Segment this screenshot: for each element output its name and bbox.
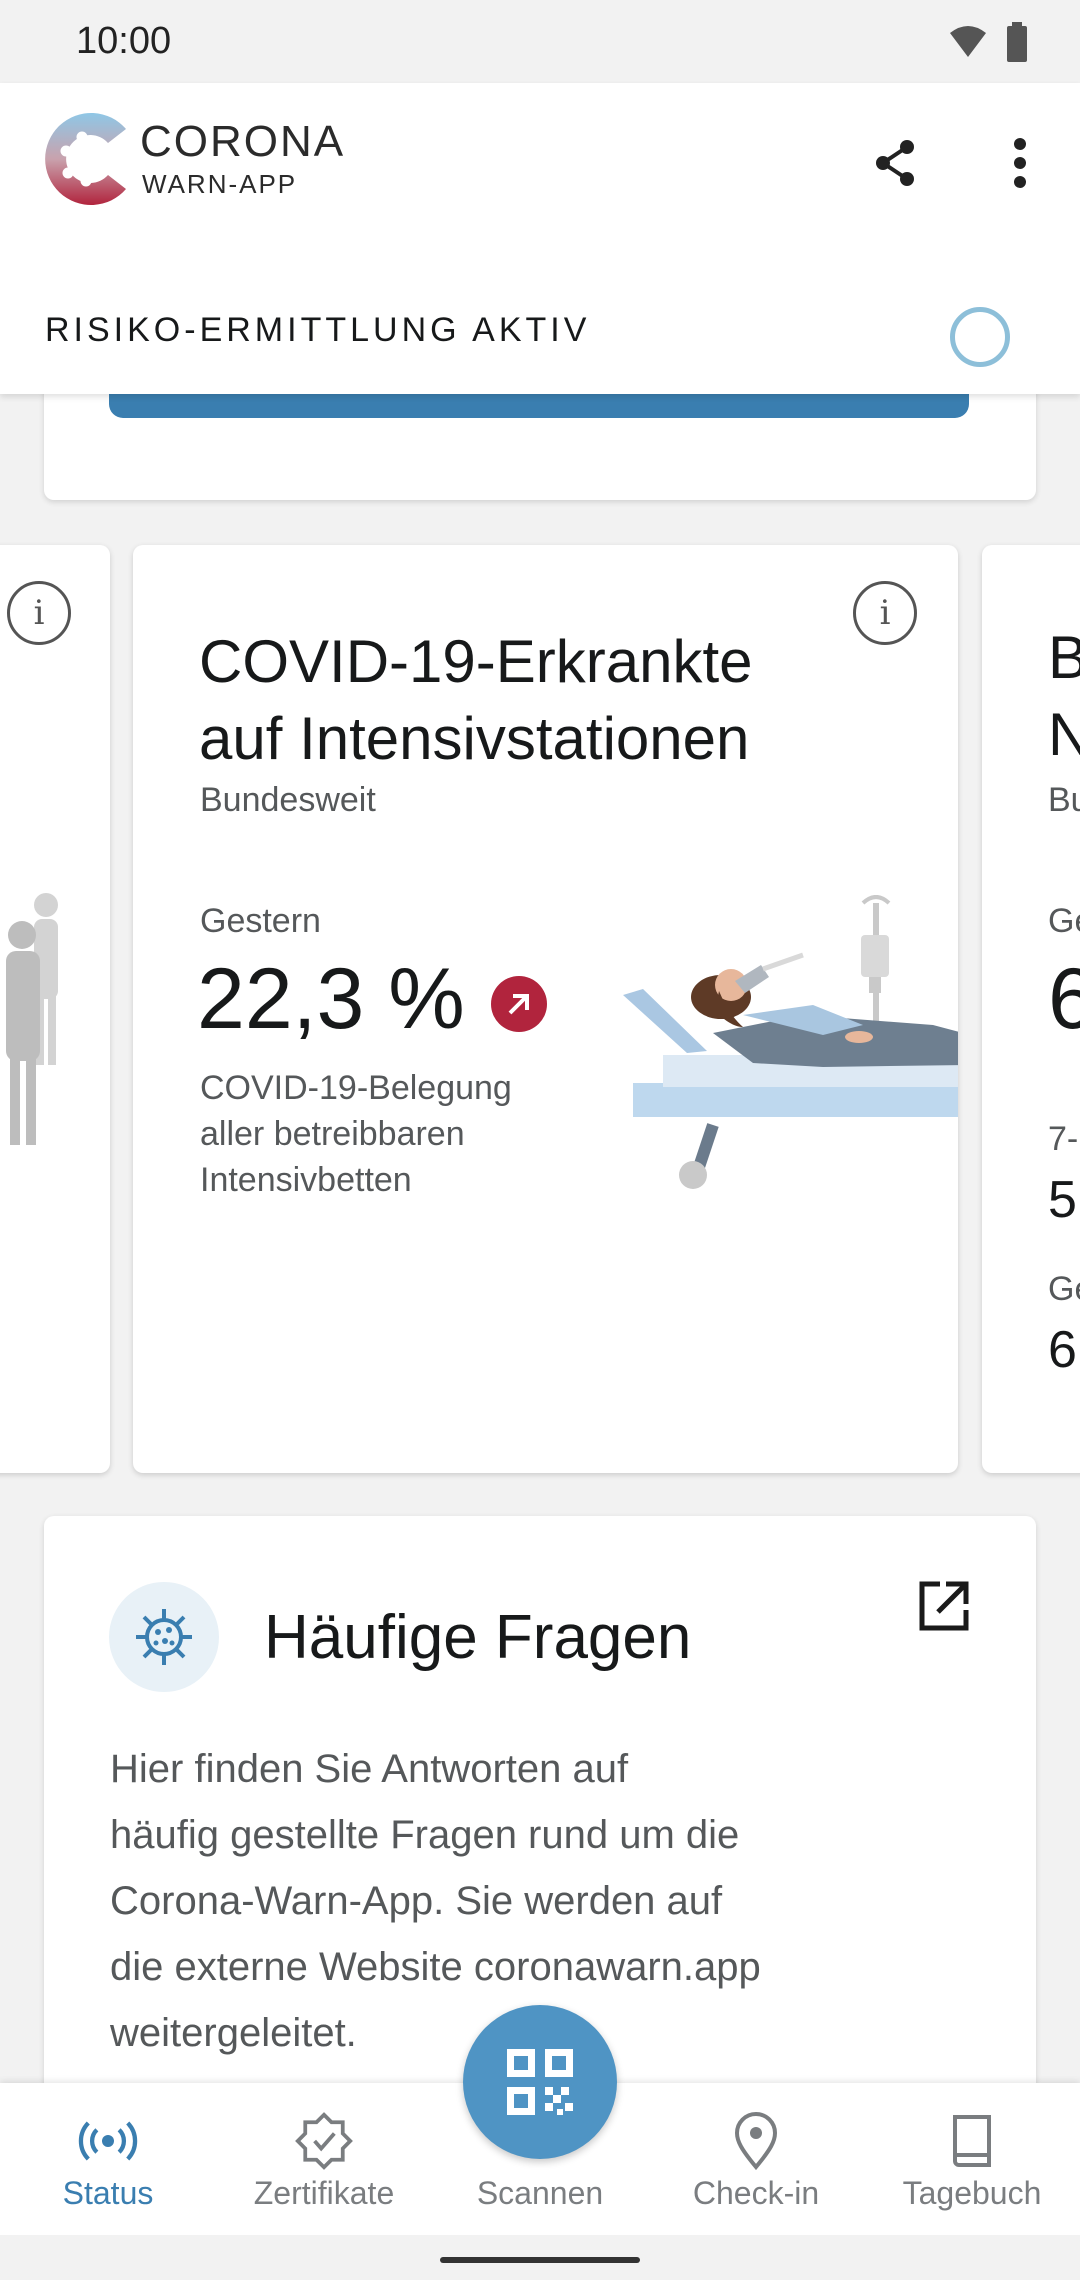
status-bar: 10:00 (0, 0, 1080, 83)
nav-label: Tagebuch (902, 2175, 1042, 2211)
status-time: 10:00 (76, 20, 172, 62)
corona-warn-app-logo (45, 112, 126, 205)
gesture-area (0, 2235, 1080, 2280)
stat-card-next[interactable]: B N Bu Ge 6 7- 5 Ge 6 (982, 545, 1080, 1473)
broadcast-icon (78, 2111, 138, 2171)
faq-body-line: häufig gestellte Fragen rund um die (110, 1813, 740, 1857)
card-title-fragment: N (1048, 701, 1080, 768)
share-button[interactable] (865, 133, 925, 193)
info-icon[interactable]: i (7, 581, 71, 645)
share-icon (876, 140, 914, 186)
status-icons (948, 22, 1028, 62)
people-illustration (6, 893, 58, 1145)
card-period-fragment: Ge (1048, 902, 1080, 940)
card-label-fragment: Ge (1048, 1270, 1080, 1308)
book-icon (942, 2111, 1002, 2171)
nav-label: Status (62, 2175, 154, 2211)
external-link-icon[interactable] (914, 1576, 974, 1636)
app-header: CORONA WARN-APP RISIKO-ERMITTLUNG AKTIV (0, 83, 1080, 394)
card-subtitle-fragment: Bu (1048, 781, 1080, 819)
card-label-fragment: 7- (1048, 1120, 1079, 1158)
battery-icon (1007, 22, 1027, 62)
nav-label: Check-in (692, 2175, 820, 2211)
more-vert-icon (1014, 138, 1026, 188)
faq-title: Häufige Fragen (264, 1603, 692, 1672)
nav-item-check-in[interactable]: Check-in (648, 2083, 864, 2235)
nav-label: Zertifikate (253, 2175, 395, 2211)
card-description-line: aller betreibbaren (200, 1115, 465, 1153)
location-pin-icon (726, 2111, 786, 2171)
info-icon[interactable]: i (853, 581, 917, 645)
qr-code-icon (507, 2049, 573, 2115)
card-title-fragment: B (1048, 624, 1080, 691)
trend-up-icon (491, 976, 547, 1032)
nav-item-tagebuch[interactable]: Tagebuch (864, 2083, 1080, 2235)
faq-body-line: Corona-Warn-App. Sie werden auf (110, 1879, 723, 1923)
gesture-bar[interactable] (440, 2257, 640, 2263)
progress-spinner-icon (950, 307, 1010, 367)
brand-subtitle: WARN-APP (142, 169, 298, 199)
brand-title: CORONA (140, 117, 346, 166)
nav-label: Scannen (476, 2175, 604, 2211)
nav-item-zertifikate[interactable]: Zertifikate (216, 2083, 432, 2235)
card-value-fragment: 5 (1048, 1171, 1077, 1229)
risk-status-label: RISIKO-ERMITTLUNG AKTIV (45, 311, 591, 349)
faq-body-line: die externe Website coronawarn.app (110, 1945, 761, 1989)
virus-icon (109, 1582, 219, 1692)
faq-body: Hier finden Sie Antworten auf häufig ges… (110, 1736, 870, 2066)
card-value-fragment: 6 (1048, 1321, 1077, 1379)
card-description-line: Intensivbetten (200, 1161, 412, 1199)
card-title-line: auf Intensivstationen (199, 705, 750, 772)
card-description: COVID-19-Belegung aller betreibbaren Int… (200, 1065, 580, 1203)
card-subtitle: Bundesweit (200, 781, 376, 819)
card-description-line: COVID-19-Belegung (200, 1069, 512, 1107)
card-value: 22,3 % (197, 951, 465, 1047)
card-value-fragment: 6 (1048, 951, 1080, 1047)
faq-body-line: Hier finden Sie Antworten auf (110, 1747, 629, 1791)
nav-item-status[interactable]: Status (0, 2083, 216, 2235)
card-title-line: COVID-19-Erkrankte (199, 628, 753, 695)
icu-patient-illustration (623, 895, 958, 1189)
card-period: Gestern (200, 902, 321, 940)
stat-card-icu[interactable]: i COVID-19-Erkrankte auf Intensivstation… (133, 545, 958, 1473)
risk-status-row[interactable]: RISIKO-ERMITTLUNG AKTIV (0, 283, 1080, 393)
scan-fab-button[interactable] (463, 2005, 617, 2159)
stat-card-previous[interactable]: i (0, 545, 110, 1473)
card-title: COVID-19-Erkrankte auf Intensivstationen (199, 623, 752, 777)
wifi-icon (950, 26, 986, 57)
certificate-icon (294, 2111, 354, 2171)
more-options-button[interactable] (990, 133, 1050, 193)
